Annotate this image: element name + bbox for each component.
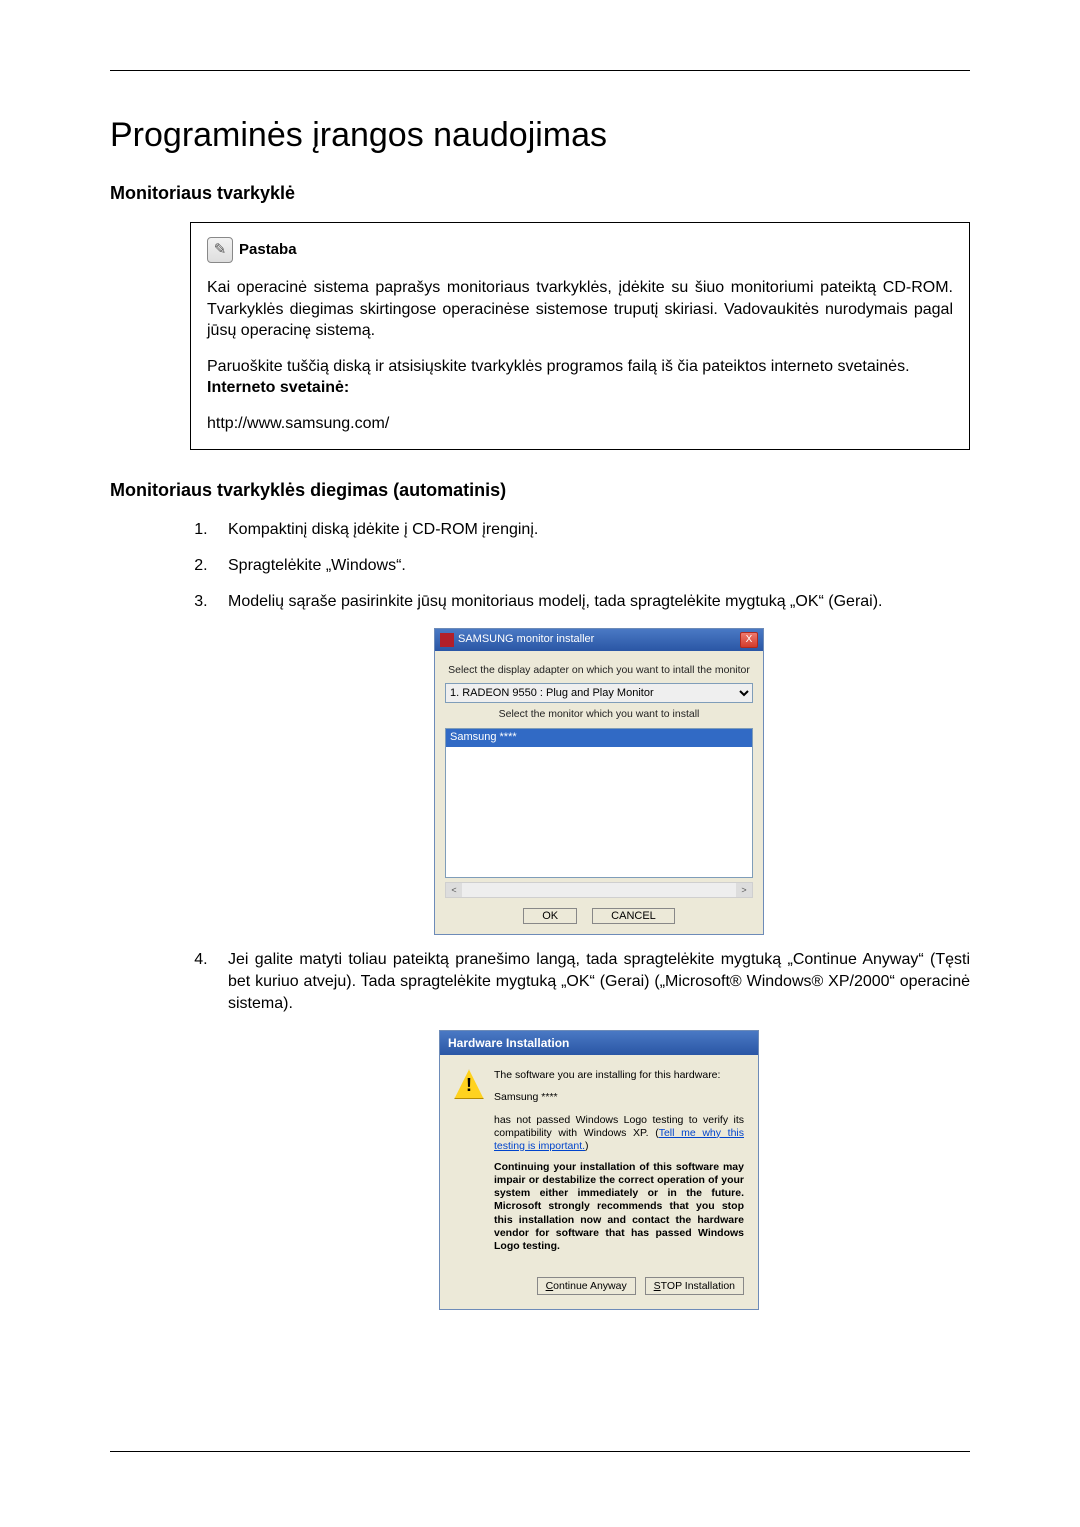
step-1: Kompaktinį diską įdėkite į CD-ROM įrengi…: [212, 519, 970, 541]
hardware-titlebar: Hardware Installation: [440, 1031, 758, 1056]
section-auto-install: Monitoriaus tvarkyklės diegimas (automat…: [110, 480, 970, 501]
scroll-right-icon[interactable]: >: [736, 883, 752, 897]
hardware-installation-window: Hardware Installation ! The software you…: [439, 1030, 759, 1310]
note-icon: ✎: [207, 237, 233, 263]
hw-device-name: Samsung ****: [494, 1091, 744, 1104]
page-title: Programinės įrangos naudojimas: [110, 116, 970, 155]
note-paragraph-2: Paruoškite tuščią diską ir atsisiųskite …: [207, 358, 910, 375]
warning-icon: !: [454, 1069, 484, 1099]
note-paragraph-1: Kai operacinė sistema paprašys monitoria…: [207, 277, 953, 342]
step-2: Spragtelėkite „Windows“.: [212, 555, 970, 577]
installer-titlebar: SAMSUNG monitor installer X: [435, 629, 763, 651]
note-box: ✎ Pastaba Kai operacinė sistema paprašys…: [190, 222, 970, 450]
continue-anyway-button[interactable]: Continue Anyway: [537, 1277, 636, 1295]
section-monitor-driver: Monitoriaus tvarkyklė: [110, 183, 970, 204]
adapter-label: Select the display adapter on which you …: [445, 663, 753, 678]
adapter-select[interactable]: 1. RADEON 9550 : Plug and Play Monitor: [445, 683, 753, 703]
hw-line-1: The software you are installing for this…: [494, 1069, 744, 1082]
step-4: Jei galite matyti toliau pateiktą praneš…: [228, 951, 970, 1013]
samsung-installer-window: SAMSUNG monitor installer X Select the d…: [434, 628, 764, 935]
top-rule: [110, 70, 970, 71]
hw-bold-warning: Continuing your installation of this sof…: [494, 1161, 744, 1253]
monitor-selected-item[interactable]: Samsung ****: [446, 729, 752, 746]
step-3: Modelių sąraše pasirinkite jūsų monitori…: [228, 593, 883, 610]
website-url: http://www.samsung.com/: [207, 413, 953, 435]
cancel-button[interactable]: CANCEL: [592, 908, 675, 924]
monitor-label: Select the monitor which you want to ins…: [445, 707, 753, 722]
stop-installation-button[interactable]: STOP Installation: [645, 1277, 744, 1295]
hw-line-2-post: ): [585, 1140, 589, 1152]
monitor-listbox[interactable]: Samsung ****: [445, 728, 753, 878]
note-label: Pastaba: [239, 240, 297, 260]
install-steps: Kompaktinį diską įdėkite į CD-ROM įrengi…: [212, 519, 970, 1310]
close-icon[interactable]: X: [740, 632, 758, 648]
horizontal-scrollbar[interactable]: < >: [445, 882, 753, 898]
samsung-logo-icon: [440, 633, 454, 647]
scroll-left-icon[interactable]: <: [446, 883, 462, 897]
website-label: Interneto svetainė:: [207, 379, 349, 396]
bottom-rule: [110, 1451, 970, 1452]
installer-title: SAMSUNG monitor installer: [458, 632, 594, 647]
ok-button[interactable]: OK: [523, 908, 577, 924]
